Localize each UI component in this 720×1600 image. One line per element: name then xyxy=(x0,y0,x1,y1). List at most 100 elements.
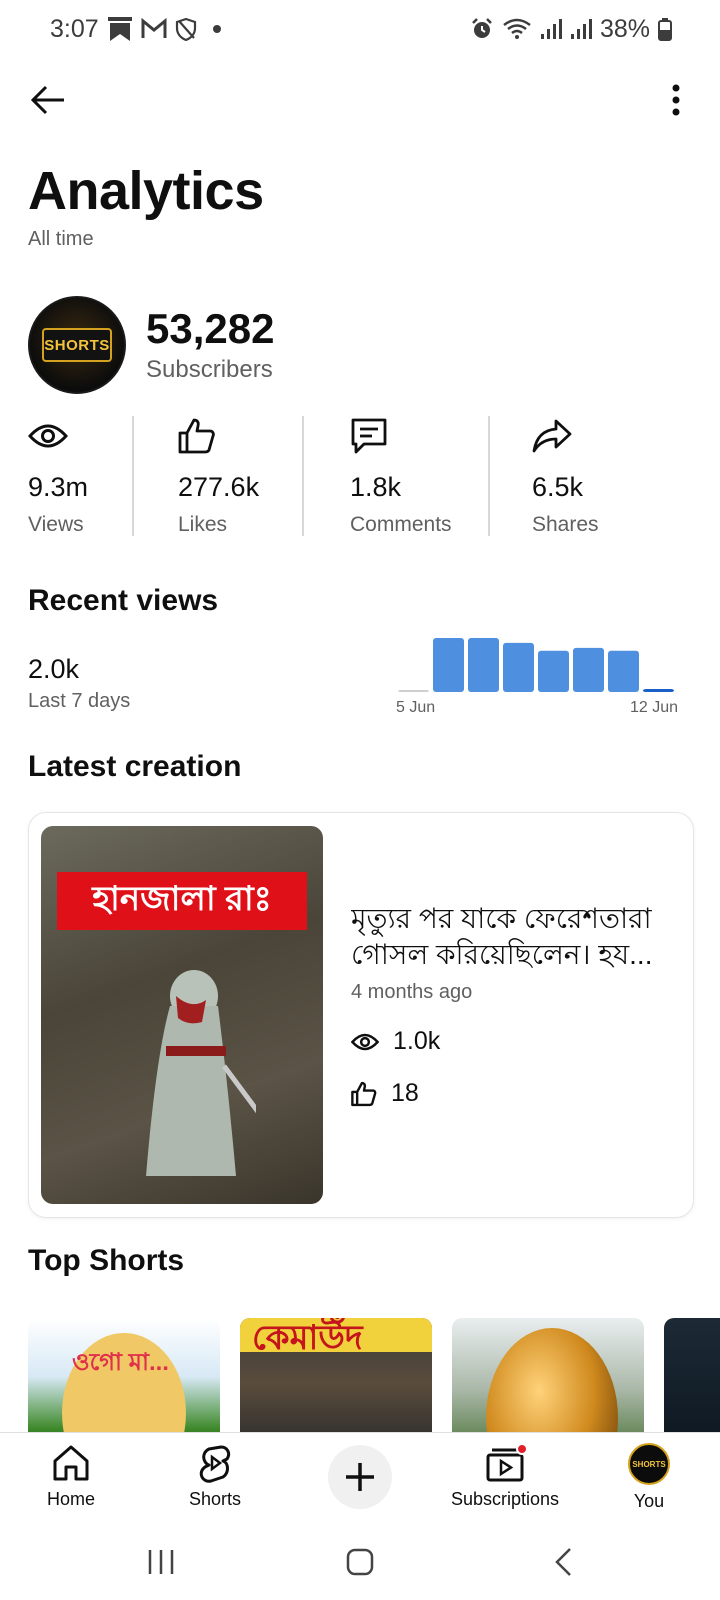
channel-logo-text: SHORTS xyxy=(42,328,112,362)
more-vertical-icon xyxy=(672,84,680,116)
top-shorts-title: Top Shorts xyxy=(28,1244,185,1277)
short-thumbnail[interactable] xyxy=(452,1318,644,1432)
battery-icon xyxy=(658,17,672,41)
nav-subscriptions[interactable]: Subscriptions xyxy=(440,1443,570,1510)
metrics-row: 9.3m Views 277.6k Likes 1.8k Comments 6.… xyxy=(0,416,720,536)
system-navigation-bar xyxy=(0,1524,720,1600)
recent-views-title: Recent views xyxy=(28,584,219,617)
divider xyxy=(132,416,134,536)
status-bar: 3:07 38% xyxy=(0,0,720,58)
video-views-value: 1.0k xyxy=(393,1027,441,1055)
status-time: 3:07 xyxy=(50,14,99,43)
short-thumbnail[interactable]: ওগো মা... xyxy=(28,1318,220,1432)
page-title: Analytics xyxy=(28,161,264,221)
chart-bar-10-jun xyxy=(573,647,604,692)
nav-label: Home xyxy=(46,1489,95,1509)
nav-shorts[interactable]: Shorts xyxy=(150,1443,280,1510)
nav-label: Shorts xyxy=(188,1489,242,1509)
avatar: SHORTS xyxy=(628,1443,670,1485)
recents-icon xyxy=(148,1550,174,1574)
shield-icon xyxy=(175,17,197,41)
subscriber-count: 53,282 xyxy=(146,305,275,352)
chart-bar-8-jun xyxy=(503,642,534,692)
top-shorts-carousel: ওগো মা... কেমাউঁদ xyxy=(0,1318,720,1432)
date-range-label: All time xyxy=(28,228,94,250)
subscriber-label: Subscribers xyxy=(146,356,273,383)
metric-likes[interactable]: 277.6k Likes xyxy=(178,416,259,536)
short-overlay-text: ওগো মা... xyxy=(72,1349,169,1376)
thumbs-up-icon xyxy=(178,416,259,456)
metric-value: 1.8k xyxy=(350,472,402,502)
thumbnail-figure xyxy=(146,970,256,1176)
channel-avatar: SHORTS xyxy=(28,296,126,394)
video-thumbnail[interactable]: হানজালা রাঃ xyxy=(41,826,323,1204)
video-age: 4 months ago xyxy=(351,981,473,1003)
home-system-button[interactable] xyxy=(342,1544,378,1580)
chart-bar-5-jun xyxy=(398,690,429,692)
chart-tick-end: 12 Jun xyxy=(630,699,678,716)
metric-label: Likes xyxy=(178,513,228,536)
home-icon xyxy=(53,1445,89,1481)
latest-creation-title: Latest creation xyxy=(28,750,242,783)
thumbs-up-icon xyxy=(351,1081,377,1106)
eye-icon xyxy=(351,1033,379,1050)
channel-summary: SHORTS 53,282 Subscribers xyxy=(28,296,274,394)
eye-icon xyxy=(28,416,88,456)
metric-comments[interactable]: 1.8k Comments xyxy=(350,416,452,536)
create-button[interactable] xyxy=(328,1445,392,1509)
chart-tick-start: 5 Jun xyxy=(396,699,435,716)
shorts-icon xyxy=(199,1445,231,1483)
recent-views-value: 2.0k xyxy=(28,654,80,684)
back-system-button[interactable] xyxy=(548,1544,578,1580)
signal-icon-2 xyxy=(570,18,592,40)
video-views: 1.0k xyxy=(351,1027,440,1056)
metric-value: 9.3m xyxy=(28,472,89,502)
chart-bar-11-jun xyxy=(608,650,639,692)
recent-apps-button[interactable] xyxy=(146,1544,176,1580)
plus-icon xyxy=(346,1463,374,1491)
bottom-navigation: Home Shorts Subscriptions SHORTS You xyxy=(0,1432,720,1524)
divider xyxy=(488,416,490,536)
arrow-left-icon xyxy=(30,85,64,115)
notification-dot xyxy=(516,1443,528,1455)
nav-home[interactable]: Home xyxy=(6,1443,136,1510)
short-thumbnail[interactable] xyxy=(664,1318,720,1432)
short-thumbnail[interactable]: কেমাউঁদ xyxy=(240,1318,432,1432)
nav-label: Subscriptions xyxy=(450,1489,560,1509)
thumbnail-banner-text: হানজালা রাঃ xyxy=(57,872,307,930)
back-button[interactable] xyxy=(28,80,68,120)
metric-value: 6.5k xyxy=(532,472,584,502)
bookmark-notification-icon xyxy=(107,15,133,43)
gmail-icon xyxy=(141,18,167,40)
metric-label: Views xyxy=(28,513,84,536)
chart-bar-12-jun xyxy=(643,689,674,692)
home-square-icon xyxy=(346,1548,374,1576)
wifi-icon xyxy=(502,17,532,41)
signal-icon-1 xyxy=(540,18,562,40)
short-overlay-text: কেমাউঁদ xyxy=(252,1319,363,1357)
video-likes: 18 xyxy=(351,1079,419,1108)
divider xyxy=(302,416,304,536)
alarm-icon xyxy=(470,17,494,41)
golden-egg-graphic xyxy=(486,1328,618,1432)
recent-views-period: Last 7 days xyxy=(28,690,131,712)
chevron-left-icon xyxy=(555,1548,571,1576)
chart-bar-7-jun xyxy=(468,638,499,692)
more-options-button[interactable] xyxy=(664,80,688,120)
video-title[interactable]: মৃত্যুর পর যাকে ফেরেশতারা গোসল করিয়েছিল… xyxy=(351,901,671,973)
status-dot xyxy=(212,25,221,33)
chart-svg: 5 Jun 12 Jun xyxy=(396,638,678,716)
top-app-bar xyxy=(0,70,720,130)
battery-percent: 38% xyxy=(599,14,650,43)
nav-you[interactable]: SHORTS You xyxy=(584,1443,714,1512)
recent-views-chart[interactable]: 5 Jun 12 Jun xyxy=(396,636,696,732)
chart-bar-6-jun xyxy=(433,638,464,692)
video-likes-value: 18 xyxy=(391,1079,419,1107)
nav-label: You xyxy=(633,1491,665,1511)
metric-shares[interactable]: 6.5k Shares xyxy=(532,416,599,536)
chart-bar-9-jun xyxy=(538,650,569,692)
comment-icon xyxy=(350,416,452,456)
metric-value: 277.6k xyxy=(178,472,260,502)
latest-creation-card[interactable]: হানজালা রাঃ মৃত্যুর পর যাকে ফেরেশতারা গো… xyxy=(28,812,694,1218)
metric-views[interactable]: 9.3m Views xyxy=(28,416,88,536)
